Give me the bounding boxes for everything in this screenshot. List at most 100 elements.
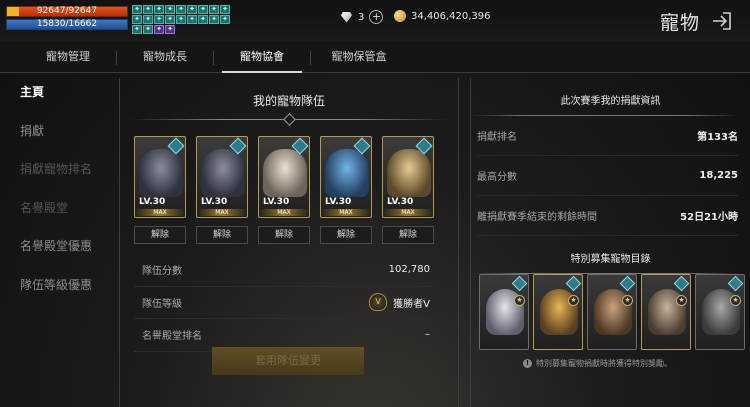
grade-badge-icon	[727, 275, 744, 292]
star-icon: ★	[514, 295, 525, 306]
star-icon: ★	[568, 295, 579, 306]
buff-icon[interactable]: ✦	[198, 15, 208, 24]
buff-icon[interactable]: ✦	[143, 25, 153, 34]
tab-pet-association[interactable]: 寵物協會	[214, 42, 310, 73]
grade-badge-icon	[673, 275, 690, 292]
buff-icon[interactable]: ✦	[209, 15, 219, 24]
hall-rank-label: 名譽殿堂排名	[142, 331, 202, 343]
buff-icon[interactable]: ✦	[165, 5, 175, 14]
info-icon: !	[523, 359, 532, 368]
buff-icon[interactable]: ✦	[165, 25, 175, 34]
donation-rank-label: 捐獻排名	[477, 132, 517, 143]
buff-icon[interactable]: ✦	[154, 25, 164, 34]
time-remaining-label: 離捐獻賽季結束的剩餘時間	[477, 212, 597, 223]
time-remaining-row: 離捐獻賽季結束的剩餘時間 52日21小時	[477, 196, 738, 236]
buff-icon[interactable]: ✦	[132, 25, 142, 34]
pet-portrait	[263, 149, 307, 197]
buff-icon[interactable]: ✦	[143, 5, 153, 14]
tab-pet-management[interactable]: 寵物管理	[20, 42, 116, 72]
buff-icon[interactable]: ✦	[143, 15, 153, 24]
buff-icon[interactable]: ✦	[132, 5, 142, 14]
team-score-value: 102,780	[388, 264, 430, 276]
nav-item-team-level-benefits[interactable]: 隊伍等級優惠	[0, 266, 120, 305]
special-pet-card[interactable]: ★	[533, 274, 583, 350]
apply-team-changes-button[interactable]: 套用隊伍變更	[212, 347, 364, 375]
buff-icon[interactable]: ✦	[187, 15, 197, 24]
pet-portrait	[139, 149, 183, 197]
special-pet-card[interactable]: ★	[695, 274, 745, 350]
team-info: 隊伍分數 102,780 隊伍等級 V 獲勝者V 名譽殿堂排名 –	[134, 254, 434, 352]
tab-pet-growth[interactable]: 寵物成長	[117, 42, 213, 72]
season-title: 此次賽季我的捐獻資訊	[560, 96, 661, 107]
side-nav: 主頁 捐獻 捐獻寵物排名 名譽殿堂 名譽殿堂優惠 隊伍等級優惠	[0, 73, 120, 304]
buff-icon[interactable]: ✦	[220, 5, 230, 14]
buff-icon[interactable]: ✦	[154, 5, 164, 14]
release-button[interactable]: 解除	[134, 226, 186, 244]
add-gem-button[interactable]: +	[369, 10, 384, 24]
pet-max-label: MAX	[383, 209, 433, 216]
top-bar: 92647/92647 15830/16662 ✦ ✦ ✦ ✦ ✦ ✦ ✦ ✦ ✦ ✦ ✦ ✦ ✦ ✦ ✦ ✦…	[0, 0, 750, 42]
release-button[interactable]: 解除	[320, 226, 372, 244]
pet-level: LV.30	[263, 197, 290, 207]
gem-count: 3	[358, 11, 365, 23]
release-button[interactable]: 解除	[258, 226, 310, 244]
team-level-row: 隊伍等級 V 獲勝者V	[134, 287, 434, 319]
pet-card[interactable]: LV.30 MAX	[258, 136, 310, 218]
special-pets-title: 特別募集寵物目錄	[570, 254, 651, 265]
pet-card[interactable]: LV.30 MAX	[134, 136, 186, 218]
time-remaining-value: 52日21小時	[680, 212, 738, 223]
special-pet-card[interactable]: ★	[479, 274, 529, 350]
pet-level: LV.30	[387, 197, 414, 207]
gold-amount: 34,406,420,396	[411, 10, 491, 22]
buff-icon[interactable]: ✦	[154, 15, 164, 24]
season-info: 捐獻排名 第133名 最高分數 18,225 離捐獻賽季結束的剩餘時間 52日2…	[477, 116, 738, 236]
tab-pet-storage[interactable]: 寵物保管盒	[311, 42, 407, 72]
buff-icon[interactable]: ✦	[187, 5, 197, 14]
hp-bar: 92647/92647	[6, 6, 128, 17]
buff-icon[interactable]: ✦	[176, 5, 186, 14]
special-pet-card[interactable]: ★	[587, 274, 637, 350]
special-note-text: 特別募集寵物捐獻時將獲得特別獎勵。	[536, 359, 672, 368]
gold-coin-icon	[394, 10, 406, 22]
hp-value: 92647/92647	[36, 6, 98, 16]
buff-icon[interactable]: ✦	[132, 15, 142, 24]
buff-icon[interactable]: ✦	[176, 15, 186, 24]
exit-icon[interactable]	[710, 10, 732, 32]
best-score-value: 18,225	[699, 170, 738, 181]
team-level-value: 獲勝者V	[393, 298, 430, 310]
nav-item-home[interactable]: 主頁	[0, 73, 120, 112]
buff-icon[interactable]: ✦	[220, 15, 230, 24]
mp-value: 15830/16662	[36, 19, 98, 29]
nav-item-hall-of-fame[interactable]: 名譽殿堂	[0, 189, 120, 228]
nav-item-donate[interactable]: 捐獻	[0, 112, 120, 151]
pet-level: LV.30	[201, 197, 228, 207]
star-icon: ★	[730, 295, 741, 306]
pet-level: LV.30	[139, 197, 166, 207]
nav-item-donation-ranking[interactable]: 捐獻寵物排名	[0, 150, 120, 189]
diamond-icon	[340, 12, 353, 23]
pet-card[interactable]: LV.30 MAX	[196, 136, 248, 218]
gem-counter: 3 +	[340, 10, 384, 24]
grade-badge-icon	[511, 275, 528, 292]
best-score-row: 最高分數 18,225	[477, 156, 738, 196]
release-button[interactable]: 解除	[196, 226, 248, 244]
star-icon: ★	[622, 295, 633, 306]
pet-max-label: MAX	[321, 209, 371, 216]
nav-item-hall-of-fame-benefits[interactable]: 名譽殿堂優惠	[0, 227, 120, 266]
special-pet-card[interactable]: ★	[641, 274, 691, 350]
buff-icon[interactable]: ✦	[209, 5, 219, 14]
pet-portrait	[387, 149, 431, 197]
buff-icon[interactable]: ✦	[198, 5, 208, 14]
best-score-label: 最高分數	[477, 172, 517, 183]
pet-card[interactable]: LV.30 MAX	[382, 136, 434, 218]
release-button[interactable]: 解除	[382, 226, 434, 244]
buff-icon[interactable]: ✦	[165, 15, 175, 24]
pet-card[interactable]: LV.30 MAX	[320, 136, 372, 218]
pet-slots: LV.30 MAX LV.30 MAX LV.30 MAX LV.30 MAX LV.30 MAX	[134, 136, 434, 218]
team-level-label: 隊伍等級	[142, 298, 182, 310]
pet-max-label: MAX	[197, 209, 247, 216]
grade-badge-icon	[565, 275, 582, 292]
player-stats: 92647/92647 15830/16662	[6, 6, 128, 30]
season-panel: 此次賽季我的捐獻資訊 捐獻排名 第133名 最高分數 18,225 離捐獻賽季結…	[470, 78, 750, 407]
team-panel: 我的寵物隊伍 LV.30 MAX LV.30 MAX LV.30 MAX LV.30 MAX L…	[119, 78, 459, 407]
